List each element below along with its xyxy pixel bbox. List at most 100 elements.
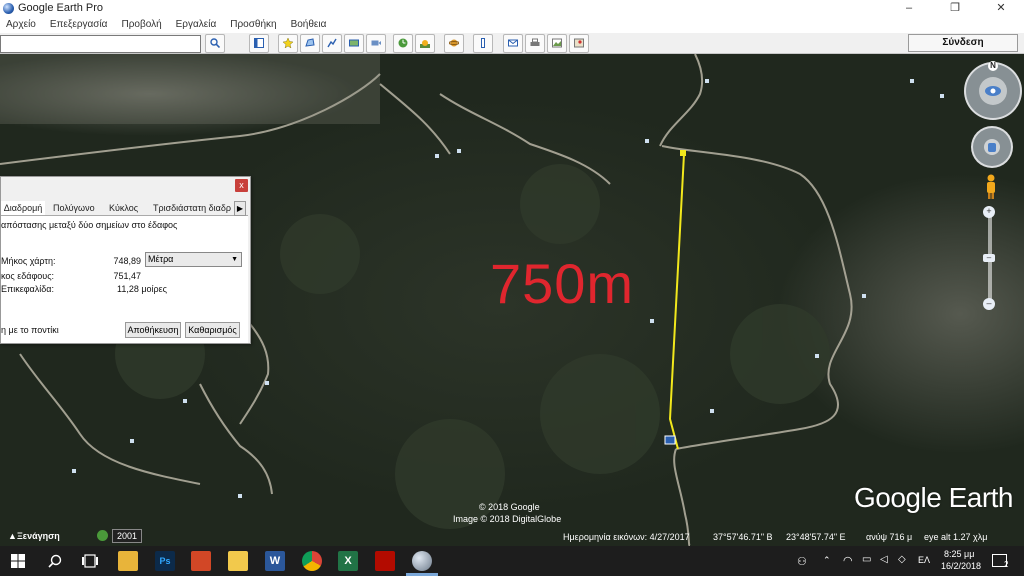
tour-caret-icon[interactable]: ▲ [8,531,17,541]
google-earth-taskbar-icon[interactable] [412,551,432,571]
ground-length-value: 751,47 [113,271,141,281]
menu-add[interactable]: Προσθήκη [230,17,276,33]
tray-chevron-icon[interactable]: ⌃ [823,555,831,566]
clock-date[interactable]: 16/2/2018 [941,561,981,571]
login-button[interactable]: Σύνδεση [908,34,1018,52]
clock-icon [398,38,408,48]
notification-count: 2 [1004,560,1009,569]
navigation-controls: N + – – [962,58,1022,318]
latitude: 37°57'46.71" Β [713,532,773,542]
copyright-imagery: Image © 2018 DigitalGlobe [453,514,562,524]
menu-edit[interactable]: Επεξεργασία [50,17,108,33]
path-start-marker[interactable] [664,435,676,445]
street-view-pegman-icon[interactable] [984,174,998,200]
add-overlay-button[interactable] [344,34,364,53]
imagery-date: Ημερομηνία εικόνων: 4/27/2017 [563,532,690,542]
tab-3d-path[interactable]: Τρισδιάστατη διαδρ [153,201,233,215]
save-button[interactable]: Αποθήκευση [125,322,181,338]
sidebar-toggle-button[interactable] [249,34,269,53]
tab-path[interactable]: Διαδρομή [1,201,45,215]
pushpin-icon [283,38,293,48]
ruler-description: απόστασης μεταξύ δύο σημείων στο έδαφος [1,220,178,230]
view-in-maps-button[interactable] [569,34,589,53]
file-explorer-icon[interactable] [228,551,248,571]
search-button[interactable] [205,34,225,53]
chrome-icon[interactable] [302,551,322,571]
ruler-button[interactable] [473,34,493,53]
distance-annotation: 750m [490,252,635,315]
ruler-dialog: x Διαδρομή Πολύγωνο Κύκλος Τρισδιάστατη … [0,176,251,344]
toolbar: Σύνδεση [0,33,1024,54]
historical-imagery-icon[interactable] [97,530,108,541]
imagery-year[interactable]: 2001 [112,529,143,543]
elevation: ανύψ 716 μ [866,532,913,542]
record-tour-button[interactable] [366,34,386,53]
eye-icon [979,77,1007,105]
menu-view[interactable]: Προβολή [121,17,161,33]
close-button[interactable]: ✕ [978,0,1024,17]
heading-label: Επικεφαλίδα: [1,284,54,294]
network-icon[interactable]: ▭ [862,554,871,565]
save-image-button[interactable] [547,34,567,53]
clock-time[interactable]: 8:25 μμ [944,549,974,559]
dropbox-icon[interactable]: ◇ [898,554,906,565]
powerpoint-icon[interactable] [191,551,211,571]
map-length-value: 748,89 [113,256,141,266]
hand-icon [984,139,1000,155]
clear-button[interactable]: Καθαρισμός [185,322,240,338]
add-placemark-button[interactable] [278,34,298,53]
search-icon[interactable] [48,554,62,568]
add-path-button[interactable] [322,34,342,53]
ruler-dialog-body: απόστασης μεταξύ δύο σημείων στο έδαφος … [1,216,248,343]
task-view-icon[interactable] [82,554,98,568]
tab-circle[interactable]: Κύκλος [109,201,149,215]
map-icon [574,38,584,48]
look-control[interactable]: N [964,61,1022,120]
menu-help[interactable]: Βοήθεια [291,17,327,33]
acrobat-icon[interactable] [375,551,395,571]
volume-icon[interactable]: ◁ [880,554,888,565]
tab-polygon[interactable]: Πολύγωνο [53,201,103,215]
zoom-in-button[interactable]: + [983,206,995,218]
print-button[interactable] [525,34,545,53]
title-bar: Google Earth Pro – ❐ ✕ [0,0,1024,17]
zoom-out-button[interactable]: – [983,298,995,310]
path-icon [327,38,337,48]
chevron-down-icon: ▼ [231,256,238,263]
move-control[interactable] [971,126,1013,168]
menu-file[interactable]: Αρχείο [6,17,36,33]
window-title: Google Earth Pro [18,2,103,14]
word-icon[interactable]: W [265,551,285,571]
pinned-app-icon[interactable] [118,551,138,571]
historical-imagery-button[interactable] [393,34,413,53]
camera-icon [371,40,381,46]
mouse-navigation-label: η με το ποντίκι [1,325,59,335]
zoom-handle[interactable]: – [983,254,995,262]
unit-select[interactable]: Μέτρα ▼ [145,252,242,267]
tab-scroll-right-button[interactable]: ▶ [234,201,246,216]
image-overlay-icon [349,39,359,47]
search-input[interactable] [0,35,201,53]
menu-tools[interactable]: Εργαλεία [176,17,217,33]
people-icon[interactable]: ⚇ [797,555,807,568]
add-polygon-button[interactable] [300,34,320,53]
excel-icon[interactable]: X [338,551,358,571]
google-earth-logo: Google Earth [854,482,1014,513]
planets-button[interactable] [444,34,464,53]
heading-value: 11,28 μοίρες [116,284,167,294]
minimize-button[interactable]: – [886,0,932,17]
sunlight-button[interactable] [415,34,435,53]
maximize-button[interactable]: ❐ [932,0,978,17]
email-button[interactable] [503,34,523,53]
ruler-icon [481,38,485,48]
wifi-icon[interactable]: ◠ [843,554,853,567]
sun-icon [420,40,430,48]
photoshop-icon[interactable]: Ps [155,551,175,571]
eye-altitude: eye alt 1.27 χλμ [924,532,988,542]
tour-label[interactable]: Ξενάγηση [17,531,60,541]
windows-start-icon[interactable] [11,554,25,568]
path-end-marker[interactable] [680,150,686,156]
keyboard-language[interactable]: ΕΛ [918,555,930,565]
menu-bar: Αρχείο Επεξεργασία Προβολή Εργαλεία Προσθήκη… [0,17,1024,33]
dialog-close-button[interactable]: x [235,179,248,192]
